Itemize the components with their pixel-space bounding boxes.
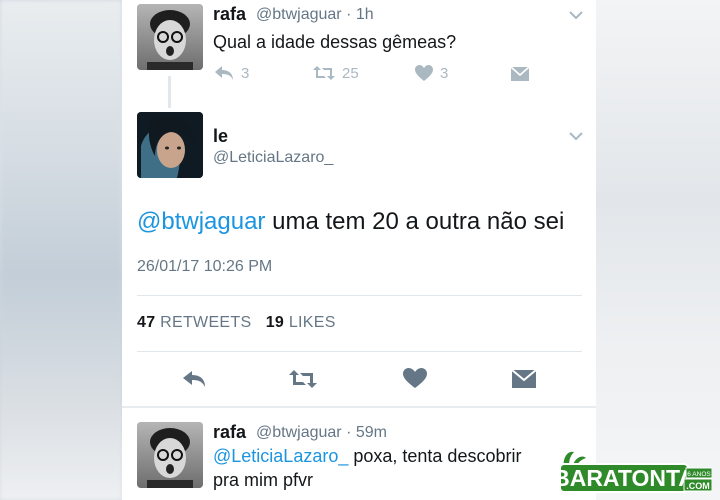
likes-count[interactable]: 19 — [266, 314, 284, 331]
reply-icon[interactable] — [181, 368, 207, 390]
tweet-text: @btwjaguar uma tem 20 a outra não sei — [137, 208, 564, 236]
tweet-stats: 47 RETWEETS 19 LIKES — [137, 314, 336, 332]
heart-icon[interactable] — [402, 367, 428, 389]
avatar-rafa[interactable] — [137, 422, 203, 488]
author-handle[interactable]: @btwjaguar · 59m — [256, 424, 387, 442]
reply-icon — [215, 66, 233, 80]
author-name[interactable]: rafa — [213, 422, 246, 443]
tweet-text: Qual a idade dessas gêmeas? — [213, 32, 457, 52]
heart-icon — [415, 65, 433, 81]
retweet-icon — [313, 66, 335, 80]
author-name[interactable]: rafa — [213, 4, 246, 25]
author-name[interactable]: le — [213, 126, 228, 147]
reply-action[interactable]: 3 — [213, 64, 249, 82]
author-handle[interactable]: @btwjaguar · 1h — [256, 6, 374, 24]
chevron-down-icon[interactable] — [568, 10, 584, 20]
tweet-body-line2: pra mim pfvr — [213, 470, 314, 490]
like-action[interactable]: 3 — [414, 64, 448, 82]
retweet-action[interactable]: 25 — [312, 64, 359, 82]
reply-count: 3 — [241, 64, 250, 82]
section-separator — [122, 406, 596, 408]
logo-brand: BARATONTA — [560, 465, 695, 491]
divider — [137, 295, 582, 296]
thread-connector — [168, 76, 171, 108]
avatar-le[interactable] — [137, 112, 203, 178]
background-right — [596, 0, 720, 500]
tweet-time[interactable]: 59m — [356, 424, 387, 441]
logo-badge: 6 ANOS — [687, 471, 711, 478]
retweet-icon[interactable] — [288, 368, 318, 390]
logo-suffix: .COM — [686, 481, 710, 491]
mention-link[interactable]: @LeticiaLazaro_ — [213, 446, 348, 466]
chevron-down-icon[interactable] — [568, 131, 584, 141]
avatar-rafa[interactable] — [137, 4, 203, 70]
tweet-text: @LeticiaLazaro_ poxa, tenta descobrir pr… — [213, 444, 563, 492]
retweet-count: 25 — [342, 64, 359, 82]
envelope-icon — [510, 66, 530, 81]
tweet-body-line1: poxa, tenta descobrir — [348, 446, 522, 466]
tweet-body: uma tem 20 a outra não sei — [265, 208, 565, 235]
likes-label[interactable]: LIKES — [289, 314, 336, 331]
retweets-count[interactable]: 47 — [137, 314, 155, 331]
mention-link[interactable]: @btwjaguar — [137, 208, 265, 235]
message-action[interactable] — [510, 66, 530, 82]
retweets-label[interactable]: RETWEETS — [160, 314, 251, 331]
background-left — [0, 0, 122, 500]
tweet-timestamp[interactable]: 26/01/17 10:26 PM — [137, 258, 272, 276]
tweet-time[interactable]: 1h — [356, 6, 374, 23]
envelope-icon[interactable] — [511, 368, 537, 390]
watermark-logo: BARATONTA 6 ANOS .COM — [553, 448, 713, 494]
handle-text: @btwjaguar — [256, 6, 342, 23]
handle-text: @btwjaguar — [256, 424, 342, 441]
author-handle[interactable]: @LeticiaLazaro_ — [213, 149, 333, 167]
like-count: 3 — [440, 64, 449, 82]
divider — [137, 351, 582, 352]
